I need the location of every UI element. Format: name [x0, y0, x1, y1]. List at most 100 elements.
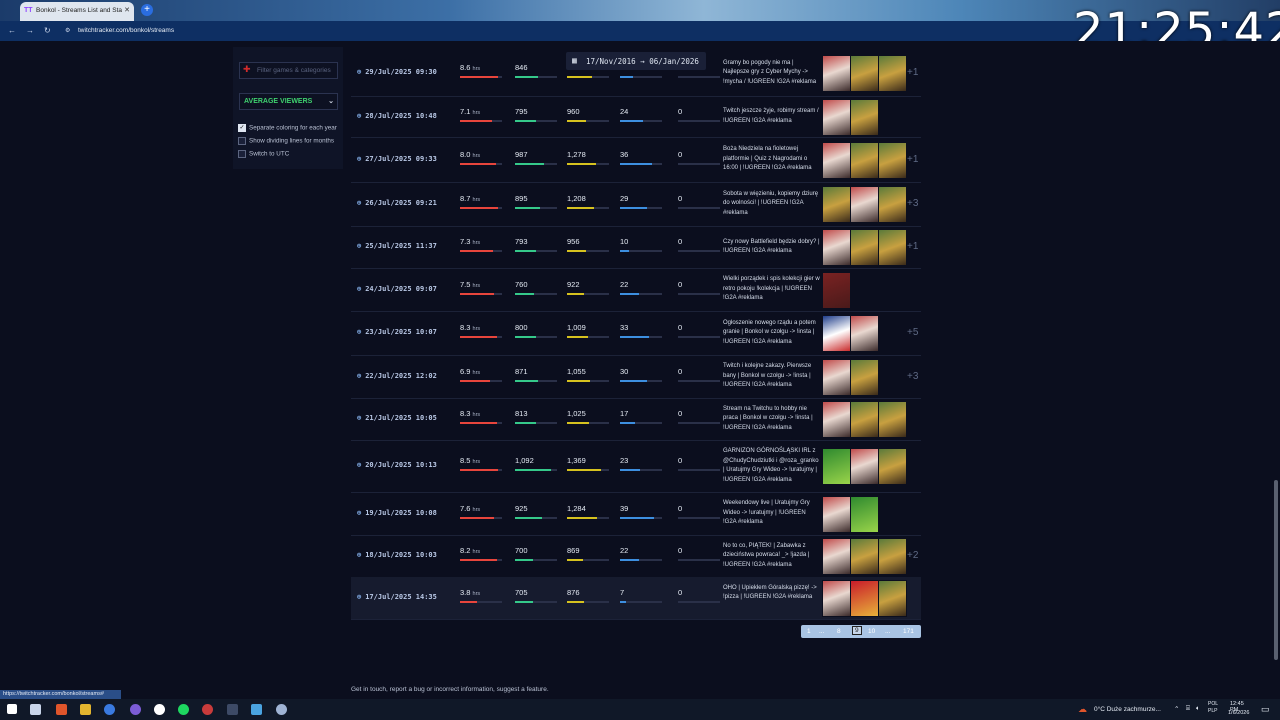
language-indicator[interactable]: POL PLP: [1208, 701, 1222, 715]
network-icon[interactable]: ⌸: [1186, 705, 1190, 713]
app-icon[interactable]: [227, 704, 238, 715]
stream-date[interactable]: ⊕ 22/Jul/2025 12:02: [357, 372, 437, 380]
stream-date[interactable]: ⊕ 26/Jul/2025 09:21: [357, 199, 437, 207]
page-8-button[interactable]: 8: [837, 628, 841, 635]
stream-row[interactable]: ⊕ 21/Jul/2025 10:05 8.3 hrs 813 1,025 17 0 Stre…: [351, 398, 921, 441]
more-categories-count[interactable]: +1: [907, 241, 918, 252]
category-thumbnail[interactable]: [850, 495, 879, 533]
stream-date[interactable]: ⊕ 23/Jul/2025 10:07: [357, 328, 437, 336]
category-thumbnail[interactable]: [822, 538, 851, 575]
expand-row-icon[interactable]: ⊕: [357, 372, 361, 380]
stream-row[interactable]: ⊕ 28/Jul/2025 10:48 7.1 hrs 795 960 24 0 Twitch…: [351, 96, 921, 138]
category-thumbnail[interactable]: [822, 315, 851, 352]
category-thumbnail[interactable]: [878, 186, 907, 223]
more-categories-count[interactable]: +1: [907, 154, 918, 165]
category-thumbnail[interactable]: [878, 401, 907, 438]
category-thumbnail[interactable]: [822, 55, 851, 92]
expand-row-icon[interactable]: ⊕: [357, 461, 361, 469]
category-thumbnail[interactable]: [822, 448, 851, 485]
stream-date[interactable]: ⊕ 20/Jul/2025 10:13: [357, 461, 437, 469]
stream-row[interactable]: ⊕ 22/Jul/2025 12:02 6.9 hrs 871 1,055 30 0 Twit…: [351, 355, 921, 399]
expand-row-icon[interactable]: ⊕: [357, 68, 361, 76]
category-thumbnail[interactable]: [822, 98, 851, 136]
stream-date[interactable]: ⊕ 21/Jul/2025 10:05: [357, 414, 437, 422]
expand-row-icon[interactable]: ⊕: [357, 414, 361, 422]
category-thumbnail[interactable]: [822, 271, 851, 309]
stream-row[interactable]: ⊕ 17/Jul/2025 14:35 3.8 hrs 705 876 7 0 OHO | U…: [351, 577, 921, 620]
back-icon[interactable]: ←: [8, 26, 16, 35]
category-thumbnail[interactable]: [850, 55, 879, 92]
file-explorer-icon[interactable]: [80, 704, 91, 715]
category-thumbnail[interactable]: [850, 315, 879, 352]
site-info-icon[interactable]: ⚙: [65, 27, 70, 34]
stream-date[interactable]: ⊕ 29/Jul/2025 09:30: [357, 68, 437, 76]
category-thumbnail[interactable]: [850, 186, 879, 223]
category-thumbnail[interactable]: [850, 538, 879, 575]
category-thumbnail[interactable]: [878, 229, 907, 266]
stream-row[interactable]: ⊕ 27/Jul/2025 09:33 8.0 hrs 987 1,278 36 0 Boża…: [351, 137, 921, 183]
footer-text[interactable]: Get in touch, report a bug or incorrect …: [351, 686, 549, 693]
weather-text[interactable]: 0°C Duże zachmurze...: [1094, 706, 1161, 713]
stream-row[interactable]: ⊕ 20/Jul/2025 10:13 8.5 hrs 1,092 1,369 23 0 GA…: [351, 440, 921, 493]
steam-icon[interactable]: [251, 704, 262, 715]
category-thumbnail[interactable]: [878, 141, 907, 179]
page-10-button[interactable]: 10: [868, 628, 875, 635]
stream-date[interactable]: ⊕ 18/Jul/2025 10:03: [357, 551, 437, 559]
category-thumbnail[interactable]: [850, 358, 879, 396]
spotify-icon[interactable]: [178, 704, 189, 715]
stream-date[interactable]: ⊕ 28/Jul/2025 10:48: [357, 112, 437, 120]
notification-icon[interactable]: ▭: [1261, 704, 1270, 715]
expand-row-icon[interactable]: ⊕: [357, 509, 361, 517]
category-thumbnail[interactable]: [850, 141, 879, 179]
category-thumbnail[interactable]: [878, 55, 907, 92]
expand-row-icon[interactable]: ⊕: [357, 285, 361, 293]
app-icon[interactable]: [202, 704, 213, 715]
expand-row-icon[interactable]: ⊕: [357, 112, 361, 120]
page-171-button[interactable]: 171: [903, 628, 914, 635]
app-icon[interactable]: [276, 704, 287, 715]
expand-row-icon[interactable]: ⊕: [357, 328, 361, 336]
chevron-up-icon[interactable]: ⌃: [1174, 705, 1179, 713]
category-thumbnail[interactable]: [822, 401, 851, 438]
scrollbar-thumb[interactable]: [1274, 480, 1278, 660]
expand-row-icon[interactable]: ⊕: [357, 551, 361, 559]
stream-date[interactable]: ⊕ 25/Jul/2025 11:37: [357, 242, 437, 250]
category-thumbnail[interactable]: [878, 538, 907, 575]
category-thumbnail[interactable]: [822, 495, 851, 533]
stream-row[interactable]: ⊕ 26/Jul/2025 09:21 8.7 hrs 895 1,208 29 0 Sobo…: [351, 182, 921, 227]
task-view-icon[interactable]: [30, 704, 41, 715]
chrome-icon[interactable]: [104, 704, 115, 715]
filter-games-input[interactable]: ✚ Filter games & categories: [239, 62, 338, 79]
category-thumbnail[interactable]: [878, 580, 907, 617]
close-tab-icon[interactable]: ✕: [124, 6, 130, 14]
volume-icon[interactable]: 🔈︎: [1196, 705, 1200, 713]
stream-row[interactable]: ⊕ 23/Jul/2025 10:07 8.3 hrs 800 1,009 33 0 Ogło…: [351, 311, 921, 356]
app-icon[interactable]: [130, 704, 141, 715]
category-thumbnail[interactable]: [878, 448, 907, 485]
tray-date[interactable]: 1/6/2026: [1228, 710, 1249, 716]
stream-row[interactable]: ⊕ 18/Jul/2025 10:03 8.2 hrs 700 869 22 0 No to …: [351, 535, 921, 578]
checkbox-checked-icon[interactable]: ✓: [238, 124, 246, 132]
category-thumbnail[interactable]: [850, 401, 879, 438]
category-thumbnail[interactable]: [822, 186, 851, 223]
start-icon[interactable]: [7, 704, 17, 714]
forward-icon[interactable]: →: [26, 26, 34, 35]
obs-icon[interactable]: [154, 704, 165, 715]
category-thumbnail[interactable]: [850, 98, 879, 136]
option-dividing-lines[interactable]: Show dividing lines for months: [238, 137, 334, 145]
stream-date[interactable]: ⊕ 17/Jul/2025 14:35: [357, 593, 437, 601]
page-1-button[interactable]: 1: [807, 628, 811, 635]
browser-tab[interactable]: TT Bonkol - Streams List and Stats ✕: [20, 2, 134, 21]
date-range-picker[interactable]: ▦ 17/Nov/2016 → 06/Jan/2026: [566, 52, 706, 70]
more-categories-count[interactable]: +5: [907, 327, 918, 338]
category-thumbnail[interactable]: [850, 580, 879, 617]
expand-row-icon[interactable]: ⊕: [357, 199, 361, 207]
stream-row[interactable]: ⊕ 19/Jul/2025 10:08 7.6 hrs 925 1,284 39 0 Week…: [351, 492, 921, 536]
metric-select[interactable]: AVERAGE VIEWERS ⌄: [239, 93, 338, 110]
category-thumbnail[interactable]: [850, 448, 879, 485]
category-thumbnail[interactable]: [822, 229, 851, 266]
stream-row[interactable]: ⊕ 25/Jul/2025 11:37 7.3 hrs 793 956 10 0 Czy no…: [351, 226, 921, 269]
checkbox-icon[interactable]: [238, 150, 246, 158]
stream-date[interactable]: ⊕ 19/Jul/2025 10:08: [357, 509, 437, 517]
page-9-button[interactable]: 9: [852, 626, 862, 635]
